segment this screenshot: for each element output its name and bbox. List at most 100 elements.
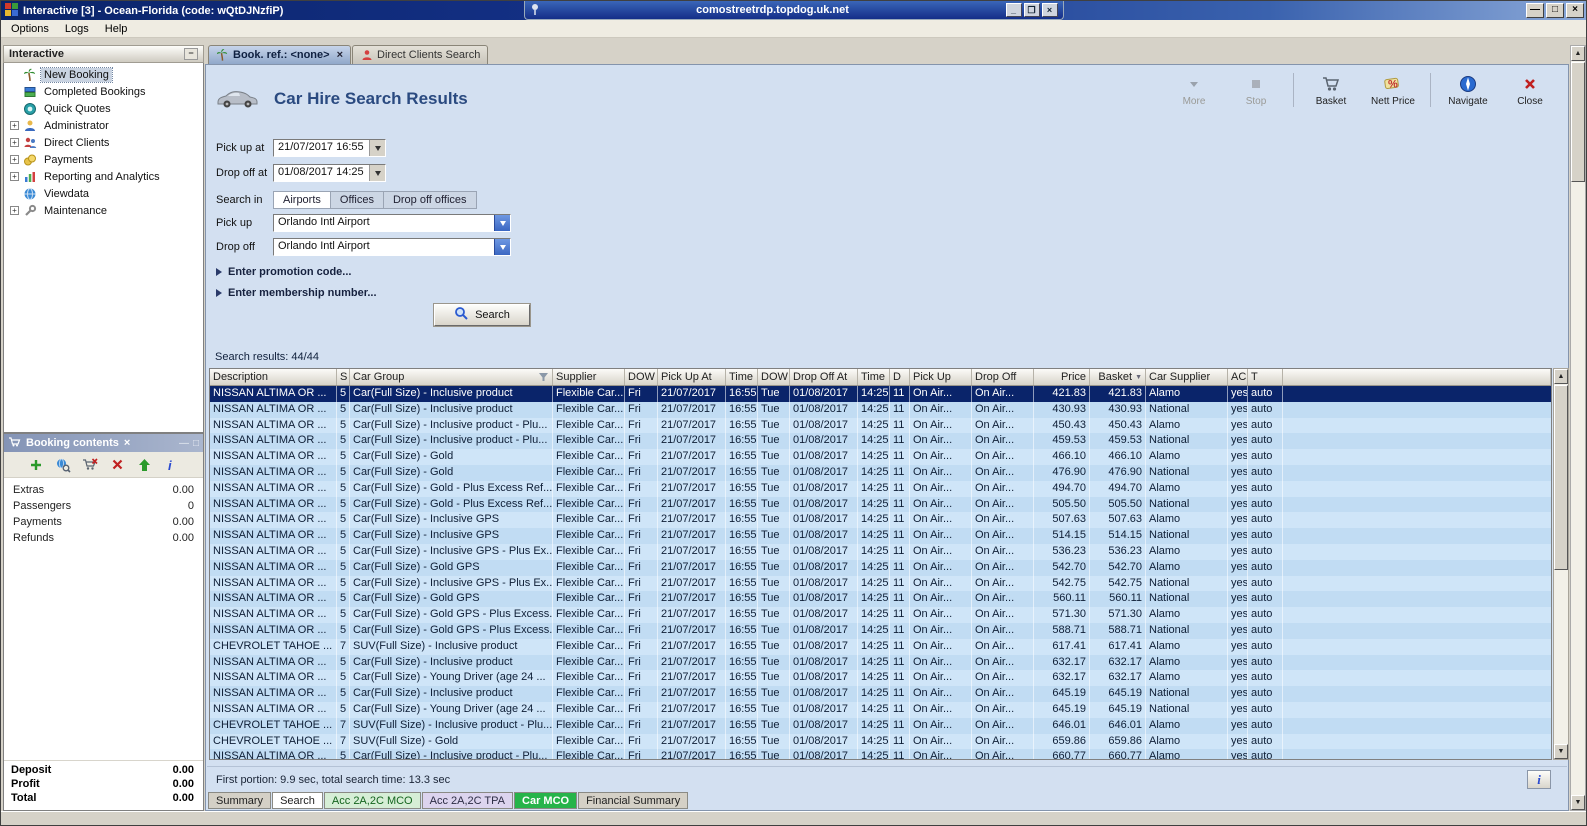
dropoff-location-combo[interactable]: Orlando Intl Airport xyxy=(273,238,511,256)
column-header-pick-up-11[interactable]: Pick Up xyxy=(910,369,972,385)
result-row-13[interactable]: NISSAN ALTIMA OR ... 5 Car(Full Size) - Go… xyxy=(210,591,1551,608)
column-header-t-17[interactable]: T xyxy=(1248,369,1283,385)
funnel-icon[interactable] xyxy=(538,372,549,382)
scroll-up-icon[interactable]: ▲ xyxy=(1571,46,1585,61)
main-scrollbar[interactable]: ▲ ▼ xyxy=(1570,45,1586,811)
column-header-car-group-2[interactable]: Car Group xyxy=(350,369,553,385)
rdp-close-button[interactable]: × xyxy=(1041,3,1058,17)
scrollbar-thumb[interactable] xyxy=(1571,62,1585,182)
globe-search-icon[interactable] xyxy=(54,456,72,474)
expander-icon[interactable]: + xyxy=(10,155,19,164)
chevron-down-icon[interactable] xyxy=(494,215,510,231)
result-row-14[interactable]: NISSAN ALTIMA OR ... 5 Car(Full Size) - Go… xyxy=(210,607,1551,623)
result-row-23[interactable]: NISSAN ALTIMA OR ... 5 Car(Full Size) - In… xyxy=(210,749,1551,759)
maximize-button[interactable]: □ xyxy=(1546,3,1564,18)
expander-icon[interactable]: + xyxy=(10,206,19,215)
column-header-drop-off-12[interactable]: Drop Off xyxy=(972,369,1034,385)
result-row-2[interactable]: NISSAN ALTIMA OR ... 5 Car(Full Size) - In… xyxy=(210,417,1551,434)
rdp-restore-button[interactable]: ❐ xyxy=(1023,3,1040,17)
sidebar-item-direct-clients[interactable]: + Direct Clients xyxy=(4,134,203,151)
sidebar-item-administrator[interactable]: + Administrator xyxy=(4,117,203,134)
column-header-basket-14[interactable]: Basket ▼ xyxy=(1090,369,1146,385)
sidebar-item-maintenance[interactable]: + Maintenance xyxy=(4,202,203,219)
info-button[interactable]: i xyxy=(1527,770,1551,789)
searchin-airports[interactable]: Airports xyxy=(273,191,331,209)
result-row-11[interactable]: NISSAN ALTIMA OR ... 5 Car(Full Size) - Go… xyxy=(210,559,1551,576)
result-row-15[interactable]: NISSAN ALTIMA OR ... 5 Car(Full Size) - Go… xyxy=(210,622,1551,639)
result-row-20[interactable]: NISSAN ALTIMA OR ... 5 Car(Full Size) - Yo… xyxy=(210,701,1551,718)
column-header-supplier-3[interactable]: Supplier xyxy=(553,369,625,385)
arrow-up-icon[interactable] xyxy=(135,456,153,474)
tab-close-icon[interactable]: × xyxy=(337,49,343,61)
result-row-22[interactable]: CHEVROLET TAHOE ... 7 SUV(Full Size) - Gol… xyxy=(210,733,1551,750)
expander-icon[interactable]: + xyxy=(10,138,19,147)
result-row-3[interactable]: NISSAN ALTIMA OR ... 5 Car(Full Size) - In… xyxy=(210,433,1551,450)
column-header-d-10[interactable]: D xyxy=(890,369,910,385)
booking-panel-maximize-icon[interactable]: □ xyxy=(193,438,199,449)
navigate-button[interactable]: Navigate xyxy=(1440,74,1496,107)
result-row-6[interactable]: NISSAN ALTIMA OR ... 5 Car(Full Size) - Go… xyxy=(210,480,1551,497)
column-header-dow-7[interactable]: DOW xyxy=(758,369,790,385)
menu-logs[interactable]: Logs xyxy=(57,21,97,37)
expander-icon[interactable]: + xyxy=(10,121,19,130)
bottom-tab-summary[interactable]: Summary xyxy=(208,792,272,809)
column-header-s-1[interactable]: S xyxy=(337,369,350,385)
delete-icon[interactable] xyxy=(108,456,126,474)
sidebar-item-reporting-and-analytics[interactable]: + Reporting and Analytics xyxy=(4,168,203,185)
column-header-dow-4[interactable]: DOW xyxy=(625,369,658,385)
column-header-price-13[interactable]: Price xyxy=(1034,369,1090,385)
close-booking-panel-icon[interactable]: × xyxy=(124,437,130,449)
result-row-8[interactable]: NISSAN ALTIMA OR ... 5 Car(Full Size) - In… xyxy=(210,512,1551,529)
table-scrollbar[interactable]: ▲ ▼ xyxy=(1553,368,1569,760)
pickup-at-combo[interactable]: 21/07/2017 16:55 xyxy=(273,139,386,157)
nett-price-button[interactable]: % Nett Price xyxy=(1365,74,1421,107)
column-header-description-0[interactable]: Description xyxy=(210,369,337,385)
column-header-drop-off-at-8[interactable]: Drop Off At xyxy=(790,369,858,385)
sidebar-item-new-booking[interactable]: New Booking xyxy=(4,66,203,83)
bottom-tab-search[interactable]: Search xyxy=(272,792,323,809)
chevron-down-icon[interactable] xyxy=(369,140,385,156)
basket-button[interactable]: Basket xyxy=(1303,74,1359,107)
result-row-5[interactable]: NISSAN ALTIMA OR ... 5 Car(Full Size) - Go… xyxy=(210,464,1551,481)
result-row-16[interactable]: CHEVROLET TAHOE ... 7 SUV(Full Size) - Inc… xyxy=(210,638,1551,655)
collapse-panel-button[interactable]: − xyxy=(184,48,198,60)
close-window-button[interactable]: × xyxy=(1566,3,1584,18)
promotion-code-expander[interactable]: Enter promotion code... xyxy=(216,264,776,280)
membership-number-expander[interactable]: Enter membership number... xyxy=(216,285,776,301)
tab-book-ref-none[interactable]: Book. ref.: <none> × xyxy=(208,45,352,64)
column-header-time-9[interactable]: Time xyxy=(858,369,890,385)
result-row-10[interactable]: NISSAN ALTIMA OR ... 5 Car(Full Size) - In… xyxy=(210,543,1551,560)
scroll-up-icon[interactable]: ▲ xyxy=(1554,369,1568,384)
result-row-4[interactable]: NISSAN ALTIMA OR ... 5 Car(Full Size) - Go… xyxy=(210,449,1551,465)
dropoff-at-combo[interactable]: 01/08/2017 14:25 xyxy=(273,164,386,182)
booking-panel-minimize-icon[interactable]: — xyxy=(179,438,189,449)
sidebar-item-completed-bookings[interactable]: Completed Bookings xyxy=(4,83,203,100)
result-row-9[interactable]: NISSAN ALTIMA OR ... 5 Car(Full Size) - In… xyxy=(210,528,1551,544)
bottom-tab-car-mco[interactable]: Car MCO xyxy=(514,792,578,809)
minimize-button[interactable]: — xyxy=(1526,3,1544,18)
result-row-17[interactable]: NISSAN ALTIMA OR ... 5 Car(Full Size) - In… xyxy=(210,654,1551,671)
result-row-12[interactable]: NISSAN ALTIMA OR ... 5 Car(Full Size) - In… xyxy=(210,575,1551,592)
pin-icon[interactable] xyxy=(530,3,540,18)
result-row-0[interactable]: NISSAN ALTIMA OR ... 5 Car(Full Size) - In… xyxy=(210,386,1551,402)
expander-icon[interactable]: + xyxy=(10,172,19,181)
info-icon[interactable]: i xyxy=(162,456,180,474)
sidebar-item-payments[interactable]: + Payments xyxy=(4,151,203,168)
scroll-down-icon[interactable]: ▼ xyxy=(1571,795,1585,810)
searchin-offices[interactable]: Offices xyxy=(330,191,384,209)
basket-remove-icon[interactable] xyxy=(81,456,99,474)
scroll-down-icon[interactable]: ▼ xyxy=(1554,744,1568,759)
column-header-time-6[interactable]: Time xyxy=(726,369,758,385)
result-row-19[interactable]: NISSAN ALTIMA OR ... 5 Car(Full Size) - In… xyxy=(210,686,1551,702)
menu-options[interactable]: Options xyxy=(3,21,57,37)
tab-direct-clients-search[interactable]: Direct Clients Search xyxy=(352,45,489,64)
chevron-down-icon[interactable] xyxy=(494,239,510,255)
table-scrollbar-thumb[interactable] xyxy=(1554,385,1568,570)
searchin-drop-off-offices[interactable]: Drop off offices xyxy=(383,191,477,209)
menu-help[interactable]: Help xyxy=(97,21,136,37)
search-button[interactable]: Search xyxy=(434,304,530,326)
add-icon[interactable] xyxy=(27,456,45,474)
result-row-1[interactable]: NISSAN ALTIMA OR ... 5 Car(Full Size) - In… xyxy=(210,401,1551,418)
chevron-down-icon[interactable] xyxy=(369,165,385,181)
column-header-ac-16[interactable]: AC xyxy=(1228,369,1248,385)
